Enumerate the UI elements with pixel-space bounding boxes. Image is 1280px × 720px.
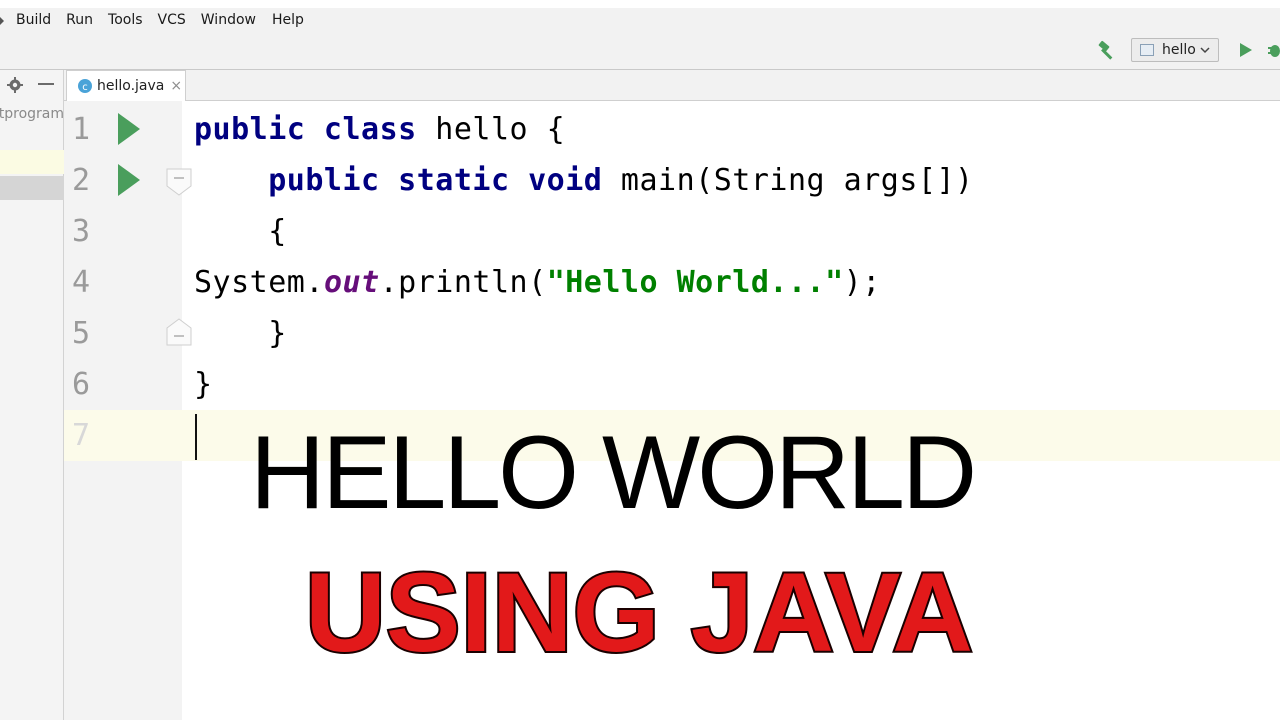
unfold-icon[interactable] — [166, 318, 192, 346]
run-icon[interactable] — [1238, 41, 1254, 59]
run-configuration-select[interactable]: hello — [1131, 38, 1219, 62]
hammer-icon[interactable] — [1096, 40, 1118, 62]
fold-icon[interactable] — [166, 168, 192, 196]
line-number: 7 — [72, 418, 91, 453]
project-tree-row-selected[interactable] — [0, 176, 64, 200]
run-gutter-icon[interactable] — [116, 163, 142, 197]
menu-help[interactable]: Help — [272, 12, 304, 28]
field-token: out — [323, 265, 380, 300]
keyword-token: public class — [194, 112, 417, 147]
line-number: 3 — [72, 214, 91, 249]
code-text: hello { — [416, 112, 566, 147]
line-number: 4 — [72, 265, 91, 300]
code-text: } — [194, 316, 287, 351]
run-configuration-label: hello — [1162, 42, 1196, 58]
project-panel-header — [0, 70, 64, 100]
close-icon[interactable]: × — [170, 78, 182, 94]
java-class-icon: c — [78, 79, 92, 93]
code-text: System. — [194, 265, 324, 300]
svg-text:c: c — [82, 82, 88, 93]
menu-window[interactable]: Window — [201, 12, 256, 28]
overlay-title: HELLO WORLD — [250, 415, 977, 531]
tab-label: hello.java — [97, 78, 165, 94]
menu-vcs[interactable]: VCS — [158, 12, 186, 28]
code-text: } — [194, 367, 213, 402]
project-tree-item[interactable]: tprogram — [0, 106, 64, 122]
menu-run[interactable]: Run — [66, 12, 93, 28]
chevron-down-icon — [1200, 47, 1210, 54]
project-tree-row-highlight[interactable] — [0, 150, 64, 174]
tab-hello-java[interactable]: c hello.java × — [66, 70, 186, 101]
code-text: { — [194, 214, 287, 249]
menu-bar: Build Run Tools VCS Window Help — [0, 8, 1280, 32]
main-toolbar: hello — [0, 32, 1280, 70]
keyword-token: public static void — [268, 163, 603, 198]
debug-icon[interactable] — [1266, 41, 1280, 59]
editor-tab-bar: c hello.java × — [64, 70, 1280, 101]
code-line[interactable]: { — [194, 214, 287, 249]
line-number: 5 — [72, 316, 91, 351]
code-line[interactable]: public class hello { — [194, 112, 565, 147]
minimize-icon[interactable] — [38, 83, 54, 85]
window-top-strip — [0, 0, 1280, 8]
code-line[interactable]: public static void main(String args[]) — [194, 163, 974, 198]
run-gutter-icon[interactable] — [116, 112, 142, 146]
code-line[interactable]: } — [194, 367, 213, 402]
project-panel: tprogram — [0, 70, 64, 720]
code-text: main(String args[]) — [602, 163, 974, 198]
gear-icon[interactable] — [6, 76, 24, 94]
overlay-subtitle: USING JAVA — [303, 548, 975, 677]
code-text: .println( — [379, 265, 547, 300]
string-literal: "Hello World..." — [546, 265, 844, 300]
configuration-icon — [1140, 44, 1154, 56]
code-line[interactable]: } — [194, 316, 287, 351]
menu-build[interactable]: Build — [16, 12, 51, 28]
menu-tools[interactable]: Tools — [108, 12, 143, 28]
line-number: 1 — [72, 112, 91, 147]
line-number: 6 — [72, 367, 91, 402]
code-line[interactable]: System.out.println("Hello World..."); — [194, 265, 881, 300]
code-text: ); — [843, 265, 881, 300]
text-caret — [195, 414, 197, 460]
menu-overflow-icon[interactable] — [0, 8, 6, 32]
line-number: 2 — [72, 163, 91, 198]
